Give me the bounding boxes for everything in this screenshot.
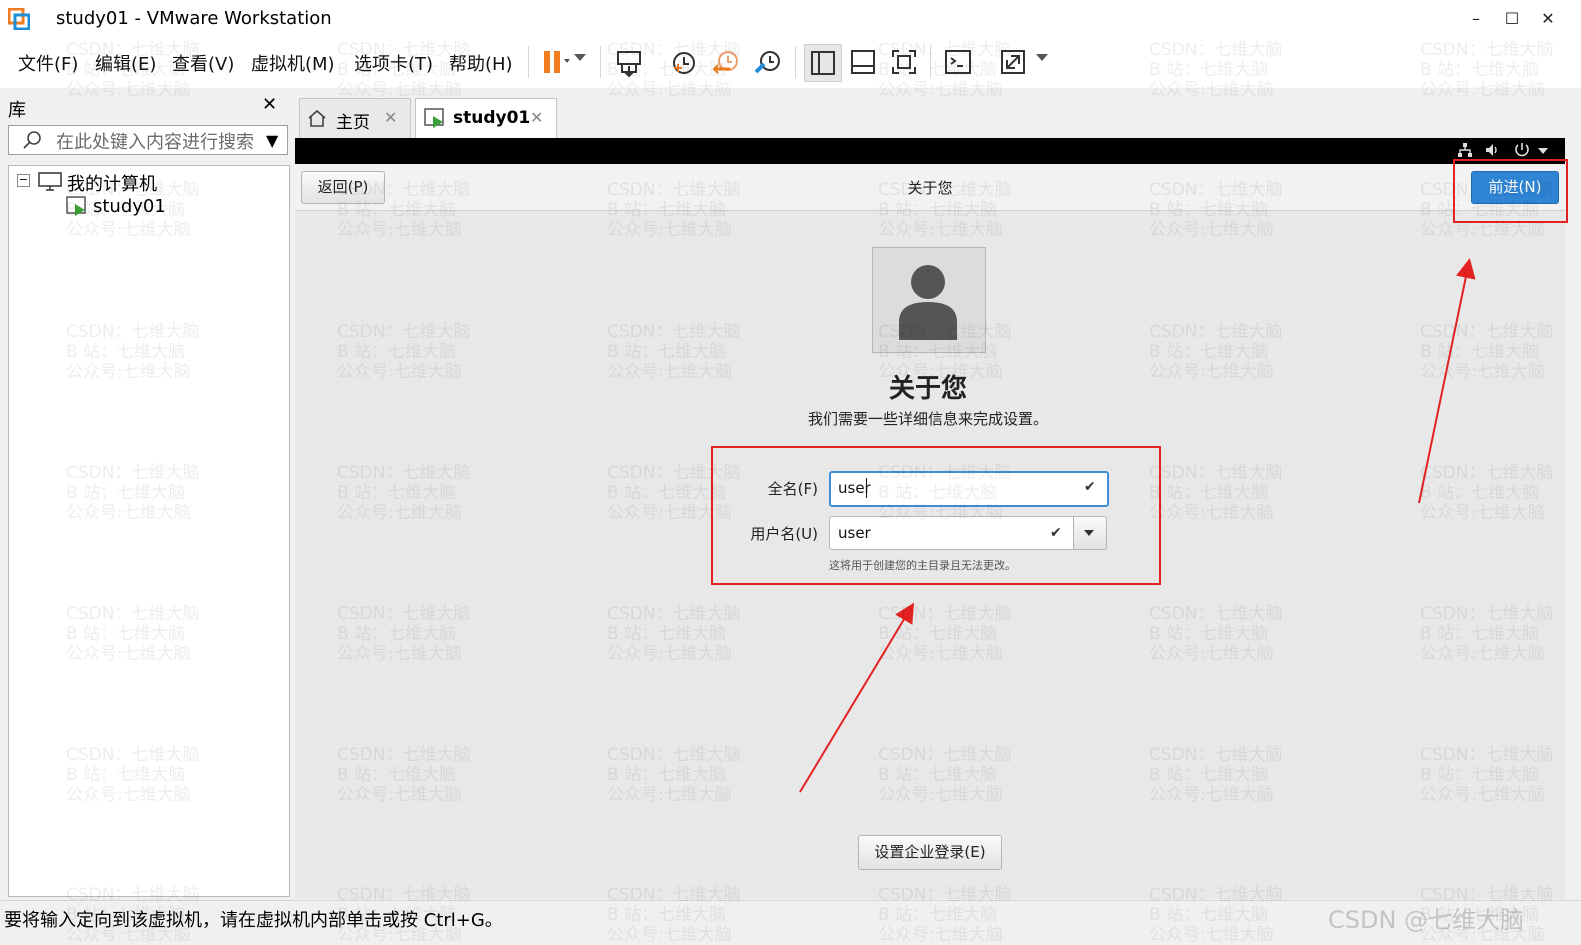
pause-dropdown-icon[interactable]: [574, 54, 586, 61]
vm-running-icon: [66, 196, 90, 222]
computer-icon: [38, 172, 62, 196]
pause-icon[interactable]: [536, 44, 572, 80]
toolbar-separator: [930, 46, 931, 78]
home-icon: [307, 109, 327, 131]
send-keys-icon[interactable]: [612, 44, 648, 80]
enterprise-login-button[interactable]: 设置企业登录(E): [858, 835, 1002, 870]
tab-home-close-icon[interactable]: ✕: [384, 108, 397, 127]
vm-running-icon: [424, 108, 448, 134]
page-heading: 关于您: [888, 374, 967, 404]
tab-home-label: 主页: [336, 113, 370, 133]
search-icon: [22, 130, 42, 154]
tab-study01-close-icon[interactable]: ✕: [530, 108, 543, 127]
minimize-button[interactable]: –: [1458, 4, 1494, 34]
library-tree: [8, 165, 290, 897]
snapshot-icon[interactable]: [666, 44, 702, 80]
status-text: 要将输入定向到该虚拟机，请在虚拟机内部单击或按 Ctrl+G。: [4, 910, 503, 931]
thumbnail-view-icon[interactable]: [845, 44, 881, 80]
user-avatar-icon: [897, 262, 959, 346]
tab-study01-label: study01: [453, 108, 531, 128]
header-title: 关于您: [907, 179, 953, 197]
close-button[interactable]: ✕: [1530, 4, 1566, 34]
page-subtitle: 我们需要一些详细信息来完成设置。: [807, 410, 1048, 428]
menu-help[interactable]: 帮助(H): [449, 50, 513, 76]
menu-tabs[interactable]: 选项卡(T): [354, 50, 433, 76]
revert-snapshot-icon[interactable]: [708, 44, 744, 80]
menu-toolbar: [0, 38, 1581, 88]
stretch-icon[interactable]: [996, 44, 1032, 80]
tree-toggle[interactable]: −: [17, 174, 30, 187]
search-dropdown-icon[interactable]: ▼: [266, 131, 278, 150]
library-header: [0, 90, 290, 124]
vmware-logo-icon: [7, 7, 31, 31]
guest-top-bar: [295, 138, 1565, 164]
back-button[interactable]: 返回(P): [301, 171, 385, 204]
tree-item-study01[interactable]: study01: [93, 196, 166, 217]
library-search-placeholder: 在此处键入内容进行搜索: [56, 132, 254, 153]
menu-vm[interactable]: 虚拟机(M): [251, 50, 335, 76]
power-menu-dropdown-icon[interactable]: [1538, 148, 1548, 154]
annotation-box-next: [1453, 159, 1568, 223]
library-title: 库: [8, 100, 26, 121]
toolbar-separator: [528, 46, 529, 78]
maximize-button[interactable]: ☐: [1494, 4, 1530, 34]
csdn-corner-watermark: CSDN @七维大脑: [1328, 906, 1525, 934]
library-view-icon[interactable]: [804, 44, 842, 82]
menu-file[interactable]: 文件(F): [18, 50, 78, 76]
snapshot-manager-icon[interactable]: [750, 44, 786, 80]
fullscreen-icon[interactable]: [886, 44, 922, 80]
toolbar-separator: [600, 46, 601, 78]
annotation-box-form: [711, 446, 1161, 585]
window-title: study01 - VMware Workstation: [56, 8, 332, 29]
menu-edit[interactable]: 编辑(E): [95, 50, 156, 76]
stretch-dropdown-icon[interactable]: [1036, 54, 1048, 61]
console-icon[interactable]: [940, 44, 976, 80]
toolbar-separator: [795, 46, 796, 78]
library-close-icon[interactable]: ✕: [262, 94, 277, 115]
tree-item-my-computer[interactable]: 我的计算机: [67, 170, 157, 196]
menu-view[interactable]: 查看(V): [172, 50, 234, 76]
